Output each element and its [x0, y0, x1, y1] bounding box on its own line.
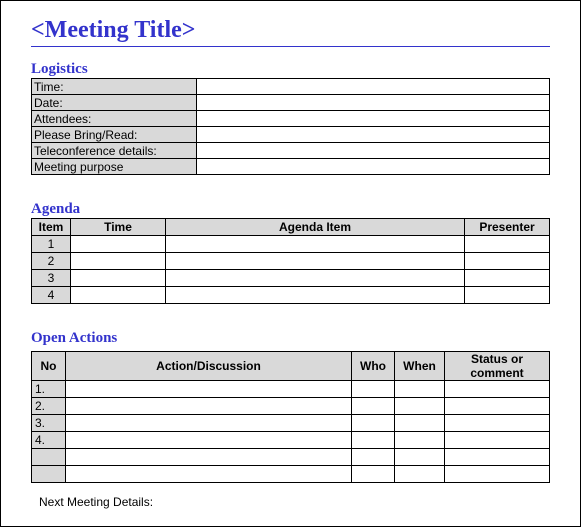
agenda-header-presenter: Presenter	[465, 219, 550, 236]
actions-row-status[interactable]	[445, 432, 550, 449]
table-row: 3.	[32, 415, 550, 432]
table-row: 3	[32, 270, 550, 287]
logistics-value[interactable]	[197, 111, 550, 127]
actions-row-action[interactable]	[66, 398, 352, 415]
meeting-title[interactable]: <Meeting Title>	[31, 17, 550, 47]
next-meeting-label: Next Meeting Details:	[39, 495, 550, 509]
logistics-label: Meeting purpose	[32, 159, 197, 175]
agenda-row-item[interactable]	[166, 253, 465, 270]
actions-row-no	[32, 466, 66, 483]
agenda-header-item: Item	[32, 219, 71, 236]
table-header-row: Item Time Agenda Item Presenter	[32, 219, 550, 236]
agenda-row-presenter[interactable]	[465, 270, 550, 287]
logistics-heading: Logistics	[31, 61, 550, 78]
agenda-row-presenter[interactable]	[465, 253, 550, 270]
actions-row-action[interactable]	[66, 381, 352, 398]
agenda-row-item[interactable]	[166, 270, 465, 287]
open-actions-heading: Open Actions	[31, 330, 550, 347]
agenda-header-agenda-item: Agenda Item	[166, 219, 465, 236]
actions-row-when[interactable]	[395, 432, 445, 449]
logistics-label: Attendees:	[32, 111, 197, 127]
agenda-table: Item Time Agenda Item Presenter 1 2 3 4	[31, 218, 550, 304]
actions-row-when[interactable]	[395, 398, 445, 415]
agenda-header-time: Time	[71, 219, 166, 236]
agenda-row-item[interactable]	[166, 236, 465, 253]
agenda-row-time[interactable]	[71, 287, 166, 304]
agenda-row-time[interactable]	[71, 270, 166, 287]
actions-row-who[interactable]	[352, 432, 395, 449]
logistics-value[interactable]	[197, 159, 550, 175]
agenda-row-presenter[interactable]	[465, 287, 550, 304]
logistics-value[interactable]	[197, 95, 550, 111]
table-row	[32, 449, 550, 466]
table-row: Date:	[32, 95, 550, 111]
actions-header-who: Who	[352, 352, 395, 381]
agenda-row-item[interactable]	[166, 287, 465, 304]
table-row: Teleconference details:	[32, 143, 550, 159]
actions-row-when[interactable]	[395, 449, 445, 466]
actions-header-no: No	[32, 352, 66, 381]
logistics-value[interactable]	[197, 143, 550, 159]
agenda-row-time[interactable]	[71, 253, 166, 270]
agenda-row-no: 2	[32, 253, 71, 270]
actions-header-when: When	[395, 352, 445, 381]
table-row: 2.	[32, 398, 550, 415]
actions-row-who[interactable]	[352, 415, 395, 432]
actions-row-action[interactable]	[66, 449, 352, 466]
actions-row-who[interactable]	[352, 466, 395, 483]
actions-row-when[interactable]	[395, 466, 445, 483]
logistics-value[interactable]	[197, 127, 550, 143]
actions-row-no: 4.	[32, 432, 66, 449]
agenda-row-no: 4	[32, 287, 71, 304]
actions-row-who[interactable]	[352, 449, 395, 466]
agenda-row-presenter[interactable]	[465, 236, 550, 253]
table-row	[32, 466, 550, 483]
table-header-row: No Action/Discussion Who When Status or …	[32, 352, 550, 381]
actions-row-no: 3.	[32, 415, 66, 432]
table-row: Time:	[32, 79, 550, 95]
actions-row-action[interactable]	[66, 415, 352, 432]
actions-row-status[interactable]	[445, 466, 550, 483]
actions-row-who[interactable]	[352, 381, 395, 398]
actions-row-status[interactable]	[445, 449, 550, 466]
actions-header-action: Action/Discussion	[66, 352, 352, 381]
actions-row-status[interactable]	[445, 381, 550, 398]
actions-row-no: 2.	[32, 398, 66, 415]
table-row: Please Bring/Read:	[32, 127, 550, 143]
actions-row-when[interactable]	[395, 415, 445, 432]
logistics-label: Date:	[32, 95, 197, 111]
table-row: 1	[32, 236, 550, 253]
actions-header-status: Status or comment	[445, 352, 550, 381]
actions-row-status[interactable]	[445, 398, 550, 415]
agenda-row-no: 1	[32, 236, 71, 253]
open-actions-table: No Action/Discussion Who When Status or …	[31, 351, 550, 483]
table-row: Attendees:	[32, 111, 550, 127]
actions-row-who[interactable]	[352, 398, 395, 415]
table-row: 1.	[32, 381, 550, 398]
actions-row-when[interactable]	[395, 381, 445, 398]
agenda-row-no: 3	[32, 270, 71, 287]
table-row: 2	[32, 253, 550, 270]
logistics-label: Teleconference details:	[32, 143, 197, 159]
agenda-row-time[interactable]	[71, 236, 166, 253]
logistics-value[interactable]	[197, 79, 550, 95]
actions-row-action[interactable]	[66, 432, 352, 449]
actions-row-no	[32, 449, 66, 466]
table-row: 4.	[32, 432, 550, 449]
logistics-table: Time: Date: Attendees: Please Bring/Read…	[31, 78, 550, 175]
actions-row-status[interactable]	[445, 415, 550, 432]
document-page: <Meeting Title> Logistics Time: Date: At…	[0, 0, 581, 527]
table-row: Meeting purpose	[32, 159, 550, 175]
actions-row-no: 1.	[32, 381, 66, 398]
logistics-label: Time:	[32, 79, 197, 95]
actions-row-action[interactable]	[66, 466, 352, 483]
logistics-label: Please Bring/Read:	[32, 127, 197, 143]
table-row: 4	[32, 287, 550, 304]
agenda-heading: Agenda	[31, 201, 550, 218]
